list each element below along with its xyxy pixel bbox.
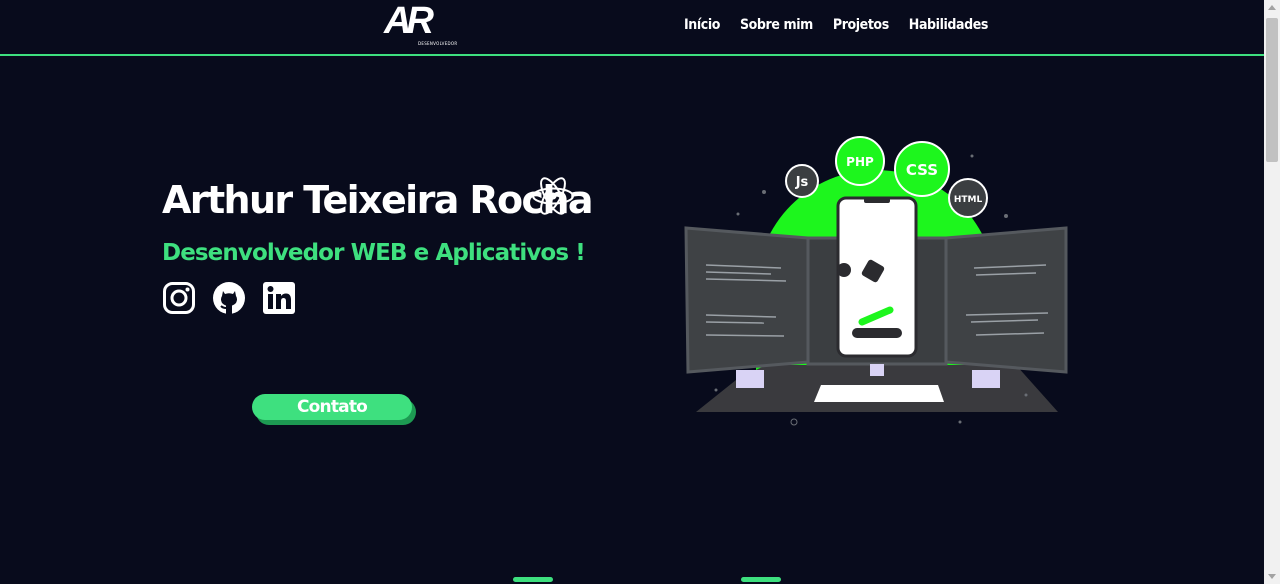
nav-habilidades[interactable]: Habilidades bbox=[909, 17, 989, 33]
site-header: AR DESENVOLVEDOR Início Sobre mim Projet… bbox=[0, 0, 1264, 56]
contact-button-wrap: Contato bbox=[252, 394, 416, 425]
logo-mark: AR bbox=[384, 0, 434, 42]
page: AR DESENVOLVEDOR Início Sobre mim Projet… bbox=[0, 0, 1264, 584]
badge-js: Js bbox=[795, 175, 809, 190]
scroll-up-arrow-icon[interactable] bbox=[1268, 5, 1276, 10]
logo[interactable]: AR DESENVOLVEDOR bbox=[384, 0, 458, 48]
developer-illustration: Js PHP CSS HTML bbox=[684, 136, 1068, 426]
badge-php: PHP bbox=[846, 155, 874, 169]
page-scrollbar[interactable] bbox=[1264, 0, 1280, 584]
section-indicator-1 bbox=[513, 577, 553, 582]
logo-subtitle: DESENVOLVEDOR bbox=[418, 41, 458, 46]
section-indicator-2 bbox=[741, 577, 781, 582]
badge-css: CSS bbox=[906, 161, 938, 179]
nav-projetos[interactable]: Projetos bbox=[833, 17, 889, 33]
linkedin-icon[interactable] bbox=[262, 281, 296, 315]
scroll-down-arrow-icon[interactable] bbox=[1268, 574, 1276, 579]
hero-role: Desenvolvedor WEB e Aplicativos ! bbox=[162, 240, 586, 266]
nav-inicio[interactable]: Início bbox=[684, 17, 720, 33]
contact-button[interactable]: Contato bbox=[252, 394, 412, 420]
hero-name: Arthur Teixeira Rocha bbox=[162, 178, 594, 222]
instagram-icon[interactable] bbox=[162, 281, 196, 315]
react-icon bbox=[532, 177, 574, 215]
main-nav: Início Sobre mim Projetos Habilidades bbox=[684, 17, 988, 33]
nav-sobre-mim[interactable]: Sobre mim bbox=[740, 17, 813, 33]
badge-html: HTML bbox=[954, 195, 983, 205]
scrollbar-thumb[interactable] bbox=[1266, 18, 1278, 162]
social-links bbox=[162, 281, 296, 315]
github-icon[interactable] bbox=[212, 281, 246, 315]
